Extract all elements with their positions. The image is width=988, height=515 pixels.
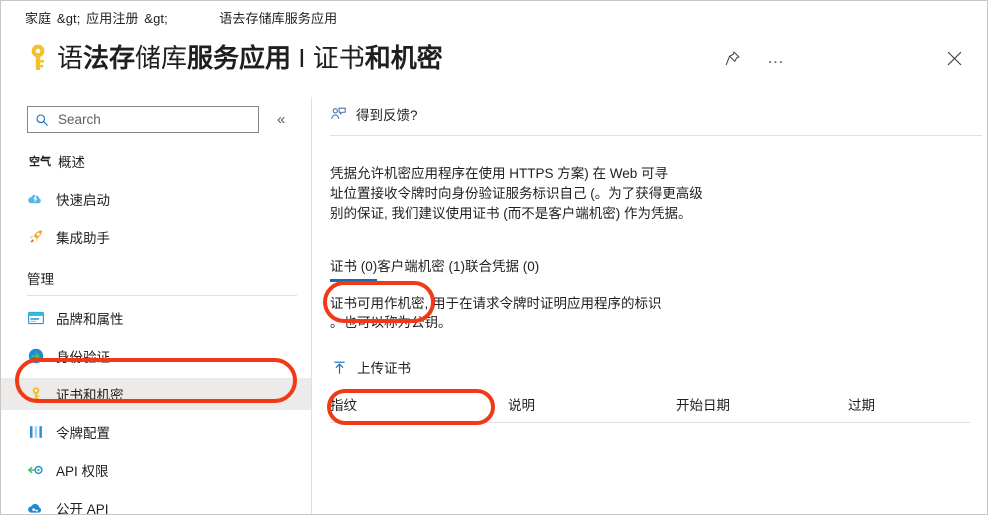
upload-certificate-button[interactable]: 上传证书 [330,355,417,379]
authentication-arrow-icon [27,347,45,365]
command-bar: 上传证书 [330,354,987,380]
app-window: 家庭 &gt; 应用注册 &gt; 语去存储库服务应用 语法存储库服务应用 I … [0,0,988,515]
tab-certificates[interactable]: 证书 (0) [330,255,378,282]
page-title-seg-2: 法存 [83,43,136,73]
sidebar-item-label: 证书和机密 [56,388,124,403]
table-header-row: 指纹 说明 开始日期 过期 [330,394,970,422]
tab-desc-line-2: 。也可以称为公钥。 [330,315,452,330]
title-action-group: … [719,45,789,71]
intro-line-2: 址位置接收令牌时向身份验证服务标识自己 (。为了获得更高级 [330,186,703,201]
intro-line-3: 别的保证, 我们建议使用证书 (而不是客户端机密) 作为凭据。 [330,206,692,221]
tab-label: 客户端机密 (1) [377,259,465,274]
sidebar-item-label: API 权限 [56,464,109,479]
page-title-seg-1: 语 [57,43,84,73]
feedback-button[interactable]: 得到反馈? [312,97,987,131]
feedback-label: 得到反馈? [356,108,418,123]
sidebar-item-integration-assistant[interactable]: 集成助手 [1,221,311,253]
sidebar-item-label: 身份验证 [56,350,110,365]
key-icon [27,385,45,403]
page-title: 语法存储库服务应用 I 证书和机密 [57,41,443,75]
tab-federated-credentials[interactable]: 联合凭据 (0) [465,255,539,282]
page-title-seg-3: 储库 [135,43,188,73]
sidebar-item-quickstart[interactable]: 快速启动 [1,183,311,215]
more-options-dots: … [767,48,785,67]
breadcrumb-separator-1: &gt; [56,11,81,26]
sidebar-item-overview[interactable]: 空气 概述 [1,145,311,177]
tab-desc-line-1: 证书可用作机密, 用于在请求令牌时证明应用程序的标识 [330,296,662,311]
page-title-seg-4: 服务应用 [187,43,292,73]
rocket-icon [27,228,45,246]
breadcrumb-item-home[interactable]: 家庭 [25,11,51,26]
tab-label: 证书 (0) [330,259,378,274]
air-text-icon: 空气 [29,156,51,168]
sidebar-item-label: 品牌和属性 [56,312,124,327]
sidebar-item-label: 集成助手 [56,231,110,246]
sidebar-item-label: 快速启动 [56,193,110,208]
sidebar-item-certificates-secrets[interactable]: 证书和机密 [1,378,311,410]
table-column-thumbprint[interactable]: 指纹 [330,394,508,414]
tab-client-secrets[interactable]: 客户端机密 (1) [377,255,465,282]
branding-card-icon [27,309,45,327]
table-header-divider [330,422,970,423]
sidebar-item-label: 令牌配置 [56,426,110,441]
token-bars-icon [27,423,45,441]
sidebar: « 空气 概述 快速启动 [1,97,311,515]
search-icon [36,113,48,126]
sidebar-item-label: 概述 [58,155,85,170]
expose-api-cloud-icon [27,499,45,514]
sidebar-item-label: 公开 API [56,502,109,515]
upload-arrow-icon [334,361,345,374]
pin-icon[interactable] [719,45,745,71]
page-title-seg-6: 证书 [312,43,365,73]
table-column-expires[interactable]: 过期 [848,394,948,414]
upload-certificate-label: 上传证书 [357,361,411,376]
sidebar-item-authentication[interactable]: 身份验证 [1,340,311,372]
breadcrumb-item-current: 语去存储库服务应用 [219,11,338,26]
intro-paragraph: 凭据允许机密应用程序在使用 HTTPS 方案) 在 Web 可寻 址位置接收令牌… [330,164,750,224]
breadcrumb-item-app-registrations[interactable]: 应用注册 [86,11,138,26]
tab-label: 联合凭据 (0) [465,259,540,274]
page-title-seg-7: 和机密 [364,43,443,73]
api-permissions-icon [27,461,45,479]
cloud-lightning-icon [27,190,45,208]
breadcrumb: 家庭 &gt; 应用注册 &gt; 语去存储库服务应用 [25,8,337,27]
search-input-wrapper[interactable] [27,106,259,133]
more-options-icon[interactable]: … [763,45,789,71]
sidebar-item-token-configuration[interactable]: 令牌配置 [1,416,311,448]
sidebar-item-api-permissions[interactable]: API 权限 [1,454,311,486]
sidebar-item-branding-properties[interactable]: 品牌和属性 [1,302,311,334]
tab-bar: 证书 (0) 客户端机密 (1) 联合凭据 (0) [330,252,987,282]
sidebar-item-expose-api[interactable]: 公开 API [1,492,311,515]
page-title-row: 语法存储库服务应用 I 证书和机密 [25,37,443,79]
breadcrumb-separator-2: &gt; [144,11,168,26]
tab-description: 证书可用作机密, 用于在请求令牌时证明应用程序的标识 。也可以称为公钥。 [330,294,730,332]
sidebar-section-management: 管理 [27,272,54,287]
content-divider [330,135,982,136]
collapse-sidebar-icon[interactable]: « [277,112,285,127]
person-feedback-icon [331,107,346,119]
sidebar-search-row: « [27,106,285,133]
search-input[interactable] [56,111,251,128]
close-icon[interactable] [941,45,967,71]
table-column-description[interactable]: 说明 [508,394,676,414]
certificates-table: 指纹 说明 开始日期 过期 [330,394,970,423]
table-column-start-date[interactable]: 开始日期 [676,394,848,414]
intro-line-1: 凭据允许机密应用程序在使用 HTTPS 方案) 在 Web 可寻 [330,166,669,181]
sidebar-nav-list: 空气 概述 快速启动 集成助手 管理 品牌和属性 身份验证 证书和机密 令牌配置… [1,145,311,515]
main-content: 得到反馈? 凭据允许机密应用程序在使用 HTTPS 方案) 在 Web 可寻 址… [312,97,987,514]
key-icon [25,41,51,75]
page-title-seg-5: I [291,43,313,73]
